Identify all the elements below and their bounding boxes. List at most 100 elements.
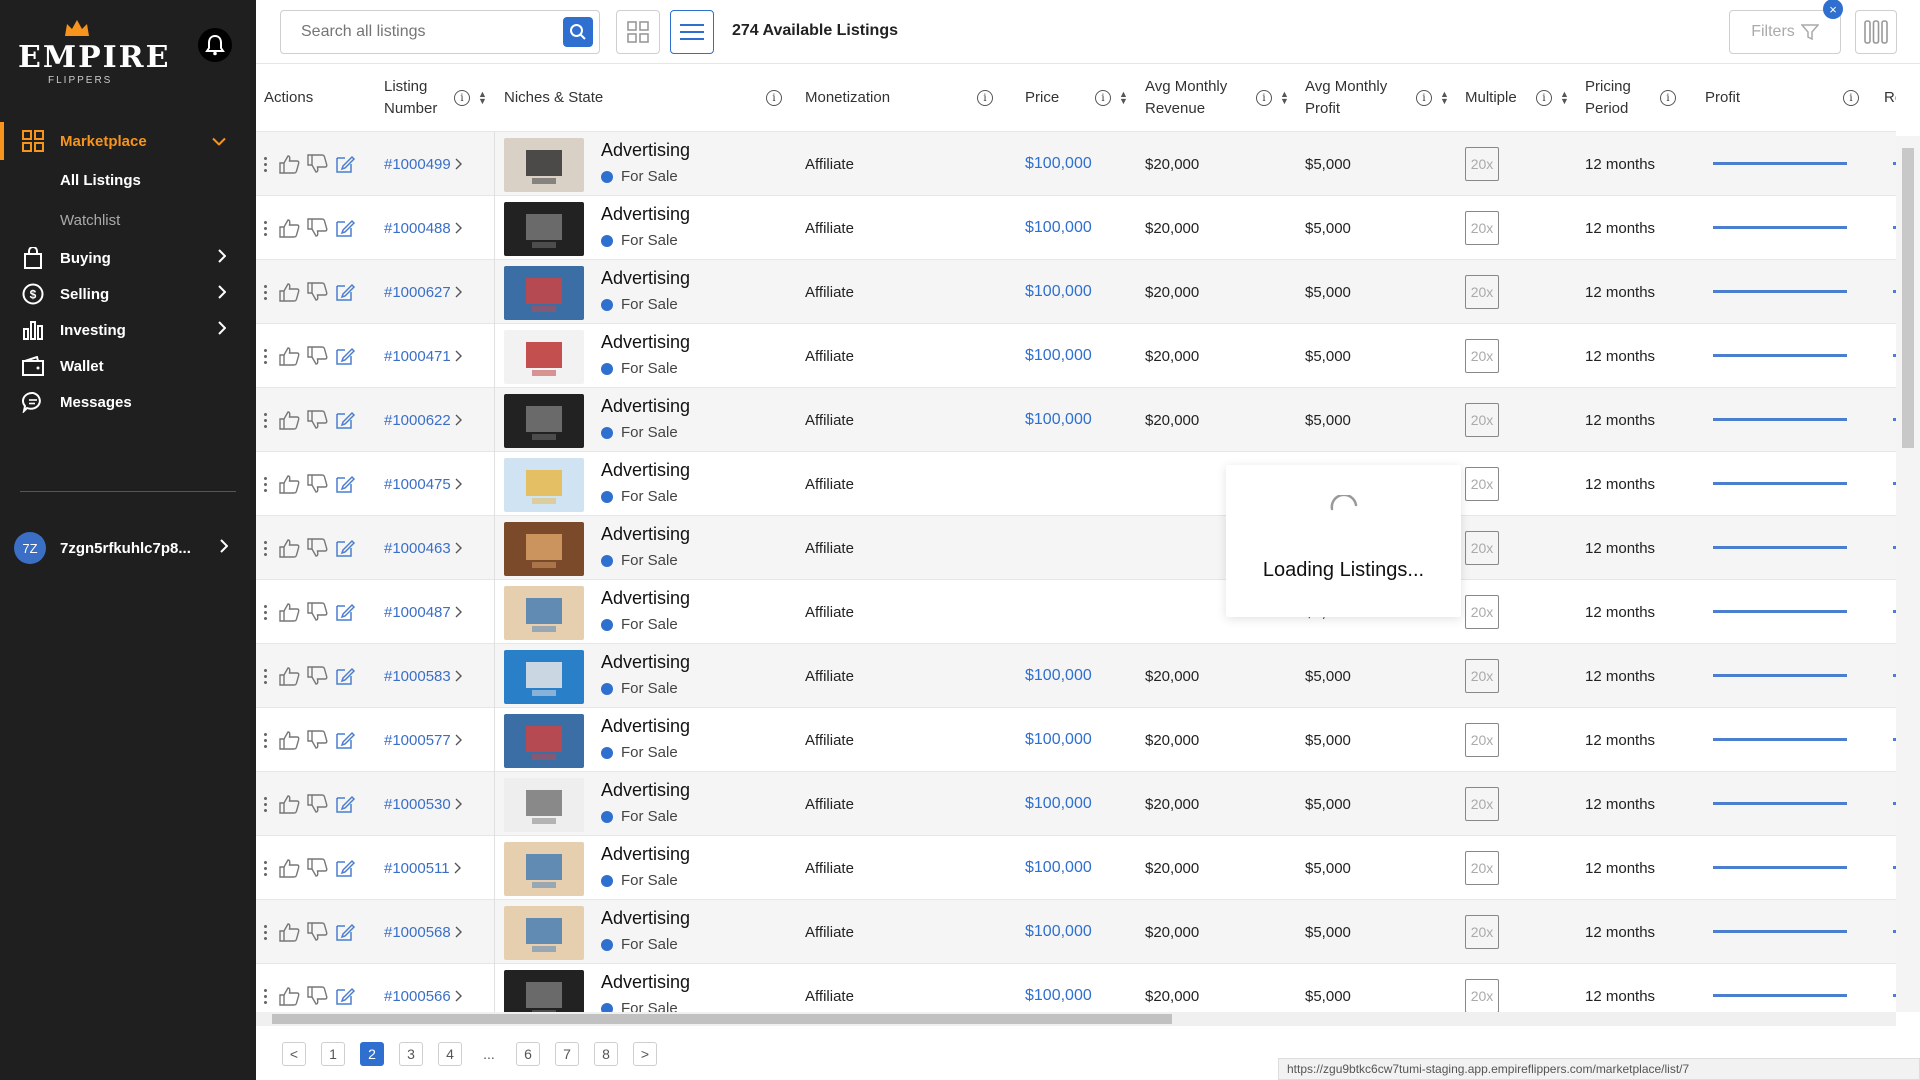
- user-menu[interactable]: 7Z 7zgn5rfkuhlc7p8...: [14, 532, 244, 564]
- pagination-page-4[interactable]: 4: [438, 1042, 462, 1066]
- info-icon[interactable]: i: [1843, 90, 1859, 106]
- row-menu-icon[interactable]: [264, 604, 268, 620]
- info-icon[interactable]: i: [1256, 90, 1272, 106]
- notifications-bell-icon[interactable]: [198, 28, 232, 62]
- table-row[interactable]: #1000511 Advertising For Sale Affiliate …: [256, 836, 1896, 900]
- edit-note-icon[interactable]: [334, 601, 356, 623]
- info-icon[interactable]: i: [1095, 90, 1111, 106]
- table-row[interactable]: #1000475 Advertising For Sale Affiliate …: [256, 452, 1896, 516]
- thumbs-down-icon[interactable]: [306, 601, 330, 623]
- listing-number-link[interactable]: #1000530: [384, 772, 462, 836]
- thumbs-down-icon[interactable]: [306, 985, 330, 1007]
- listing-number-link[interactable]: #1000475: [384, 452, 462, 516]
- pagination-page-3[interactable]: 3: [399, 1042, 423, 1066]
- pagination-next-button[interactable]: >: [633, 1042, 657, 1066]
- thumbs-up-icon[interactable]: [278, 793, 302, 815]
- scrollbar-thumb[interactable]: [1902, 148, 1914, 448]
- listing-number-link[interactable]: #1000471: [384, 324, 462, 388]
- edit-note-icon[interactable]: [334, 537, 356, 559]
- edit-note-icon[interactable]: [334, 729, 356, 751]
- search-button[interactable]: [563, 17, 593, 47]
- edit-note-icon[interactable]: [334, 345, 356, 367]
- header-revenue-chart[interactable]: Re: [1884, 64, 1896, 132]
- thumbs-down-icon[interactable]: [306, 729, 330, 751]
- listing-thumbnail[interactable]: [504, 714, 584, 768]
- list-view-button[interactable]: [670, 10, 714, 54]
- table-row[interactable]: #1000487 Advertising For Sale Affiliate …: [256, 580, 1896, 644]
- listing-number-link[interactable]: #1000627: [384, 260, 462, 324]
- edit-note-icon[interactable]: [334, 473, 356, 495]
- thumbs-up-icon[interactable]: [278, 409, 302, 431]
- vertical-scrollbar[interactable]: [1896, 136, 1920, 1012]
- header-monetization[interactable]: Monetization i: [805, 64, 1005, 132]
- edit-note-icon[interactable]: [334, 857, 356, 879]
- header-avg-monthly-profit[interactable]: Avg Monthly Profit i ▲ ▼: [1305, 64, 1455, 132]
- header-price[interactable]: Price i ▲ ▼: [1025, 64, 1135, 132]
- sort-icon[interactable]: ▲ ▼: [478, 90, 487, 106]
- thumbs-down-icon[interactable]: [306, 473, 330, 495]
- table-row[interactable]: #1000627 Advertising For Sale Affiliate …: [256, 260, 1896, 324]
- header-profit-chart[interactable]: Profit i: [1705, 64, 1875, 132]
- thumbs-up-icon[interactable]: [278, 345, 302, 367]
- scrollbar-thumb[interactable]: [272, 1014, 1172, 1024]
- edit-note-icon[interactable]: [334, 409, 356, 431]
- edit-note-icon[interactable]: [334, 985, 356, 1007]
- listing-thumbnail[interactable]: [504, 138, 584, 192]
- header-pricing-period[interactable]: Pricing Period i: [1585, 64, 1695, 132]
- edit-note-icon[interactable]: [334, 281, 356, 303]
- sidebar-item-messages[interactable]: Messages: [0, 384, 256, 420]
- thumbs-up-icon[interactable]: [278, 665, 302, 687]
- thumbs-up-icon[interactable]: [278, 857, 302, 879]
- listing-number-link[interactable]: #1000487: [384, 580, 462, 644]
- grid-view-button[interactable]: [616, 10, 660, 54]
- table-row[interactable]: #1000499 Advertising For Sale Affiliate …: [256, 132, 1896, 196]
- thumbs-up-icon[interactable]: [278, 473, 302, 495]
- row-menu-icon[interactable]: [264, 924, 268, 940]
- row-menu-icon[interactable]: [264, 156, 268, 172]
- listing-number-link[interactable]: #1000577: [384, 708, 462, 772]
- listing-number-link[interactable]: #1000568: [384, 900, 462, 964]
- thumbs-down-icon[interactable]: [306, 537, 330, 559]
- info-icon[interactable]: i: [977, 90, 993, 106]
- sort-icon[interactable]: ▲ ▼: [1280, 90, 1289, 106]
- thumbs-down-icon[interactable]: [306, 665, 330, 687]
- info-icon[interactable]: i: [1536, 90, 1552, 106]
- listing-number-link[interactable]: #1000499: [384, 132, 462, 196]
- thumbs-down-icon[interactable]: [306, 345, 330, 367]
- header-niches[interactable]: Niches & State i: [504, 64, 794, 132]
- info-icon[interactable]: i: [1416, 90, 1432, 106]
- row-menu-icon[interactable]: [264, 860, 268, 876]
- header-multiple[interactable]: Multiple i ▲ ▼: [1465, 64, 1575, 132]
- listing-thumbnail[interactable]: [504, 778, 584, 832]
- row-menu-icon[interactable]: [264, 732, 268, 748]
- listing-number-link[interactable]: #1000488: [384, 196, 462, 260]
- table-row[interactable]: #1000566 Advertising For Sale Affiliate …: [256, 964, 1896, 1012]
- table-row[interactable]: #1000530 Advertising For Sale Affiliate …: [256, 772, 1896, 836]
- thumbs-up-icon[interactable]: [278, 601, 302, 623]
- header-avg-monthly-revenue[interactable]: Avg Monthly Revenue i ▲ ▼: [1145, 64, 1295, 132]
- sort-icon[interactable]: ▲ ▼: [1560, 90, 1569, 106]
- row-menu-icon[interactable]: [264, 988, 268, 1004]
- info-icon[interactable]: i: [454, 90, 470, 106]
- pagination-page-2[interactable]: 2: [360, 1042, 384, 1066]
- clear-filters-button[interactable]: ×: [1823, 0, 1843, 19]
- thumbs-down-icon[interactable]: [306, 921, 330, 943]
- listing-thumbnail[interactable]: [504, 330, 584, 384]
- thumbs-up-icon[interactable]: [278, 281, 302, 303]
- table-row[interactable]: #1000622 Advertising For Sale Affiliate …: [256, 388, 1896, 452]
- table-row[interactable]: #1000463 Advertising For Sale Affiliate …: [256, 516, 1896, 580]
- thumbs-up-icon[interactable]: [278, 153, 302, 175]
- sidebar-item-selling[interactable]: $ Selling: [0, 276, 256, 312]
- listing-thumbnail[interactable]: [504, 906, 584, 960]
- thumbs-down-icon[interactable]: [306, 153, 330, 175]
- edit-note-icon[interactable]: [334, 665, 356, 687]
- table-row[interactable]: #1000568 Advertising For Sale Affiliate …: [256, 900, 1896, 964]
- columns-button[interactable]: [1855, 10, 1897, 54]
- row-menu-icon[interactable]: [264, 476, 268, 492]
- logo[interactable]: EMPIRE FLIPPERS: [18, 18, 168, 88]
- row-menu-icon[interactable]: [264, 412, 268, 428]
- pagination-prev-button[interactable]: <: [282, 1042, 306, 1066]
- thumbs-down-icon[interactable]: [306, 857, 330, 879]
- table-row[interactable]: #1000488 Advertising For Sale Affiliate …: [256, 196, 1896, 260]
- listing-thumbnail[interactable]: [504, 394, 584, 448]
